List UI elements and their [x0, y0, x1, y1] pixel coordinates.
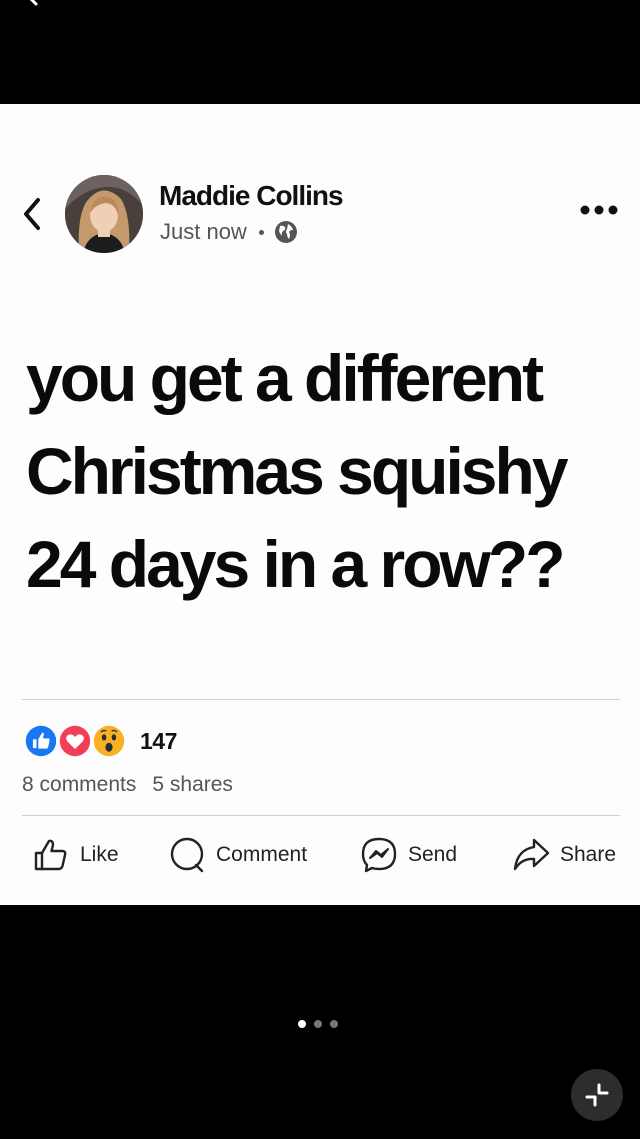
share-arrow-icon — [513, 838, 550, 871]
like-label: Like — [80, 843, 119, 866]
thumbs-up-icon — [34, 839, 67, 871]
minimize-icon — [585, 1083, 609, 1107]
love-reaction-icon — [56, 722, 94, 760]
send-label: Send — [408, 843, 458, 866]
shares-count[interactable]: 5 shares — [152, 773, 233, 797]
avatar[interactable] — [65, 175, 143, 253]
share-label: Share — [560, 843, 617, 866]
profile-photo — [65, 175, 143, 253]
separator-dot — [258, 229, 264, 235]
comment-button[interactable]: Comment — [168, 832, 307, 878]
reactions-summary[interactable]: 147 — [22, 721, 177, 761]
comments-count[interactable]: 8 comments — [22, 773, 136, 797]
share-button[interactable]: Share — [512, 832, 616, 878]
chevron-left-icon[interactable] — [20, 196, 44, 232]
pager-dot-active[interactable] — [298, 1020, 306, 1028]
divider — [22, 815, 620, 816]
messenger-icon — [361, 837, 397, 873]
post-card: Maddie Collins Just now you get a differ… — [0, 104, 640, 905]
globe-icon[interactable] — [274, 220, 298, 244]
post-text: you get a different Christmas squishy 24… — [26, 341, 569, 601]
back-arrow-icon[interactable] — [22, 0, 46, 12]
post-actions-bar: Like Comment Send Share — [0, 832, 640, 878]
like-reaction-icon — [22, 722, 60, 760]
pager-dots — [298, 1020, 338, 1028]
send-button[interactable]: Send — [360, 832, 457, 878]
author-name[interactable]: Maddie Collins — [159, 180, 344, 212]
more-options-icon[interactable] — [580, 204, 618, 216]
story-viewer: Maddie Collins Just now you get a differ… — [0, 0, 640, 1139]
like-button[interactable]: Like — [32, 832, 119, 878]
reaction-count: 147 — [140, 727, 177, 754]
comment-label: Comment — [216, 843, 308, 866]
post-meta: Just now — [160, 219, 298, 245]
divider — [22, 699, 620, 700]
engagement-stats: 8 comments 5 shares — [22, 773, 233, 797]
pager-dot[interactable] — [314, 1020, 322, 1028]
comment-icon — [170, 837, 204, 873]
pager-dot[interactable] — [330, 1020, 338, 1028]
post-timestamp: Just now — [160, 219, 247, 244]
wow-reaction-icon — [90, 722, 128, 760]
collapse-button[interactable] — [571, 1069, 623, 1121]
